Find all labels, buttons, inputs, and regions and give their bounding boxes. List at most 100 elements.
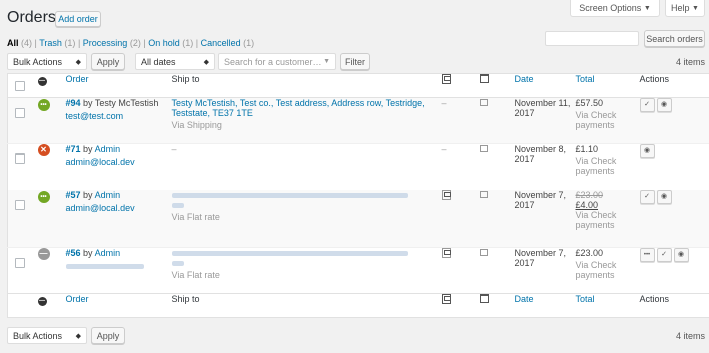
screen-options-label: Screen Options	[579, 3, 642, 13]
order-date: November 8, 2017	[514, 144, 567, 164]
billing-icon	[441, 248, 451, 258]
billing-address: –	[441, 144, 447, 154]
select-arrow-icon: ◆	[203, 58, 209, 66]
bulk-actions-select[interactable]: Bulk Actions ◆	[7, 53, 87, 70]
view-all[interactable]: All (4)	[7, 38, 32, 48]
order-date: November 7, 2017	[514, 189, 567, 210]
complete-icon[interactable]: ✓	[639, 189, 655, 204]
complete-icon[interactable]: ✓	[639, 98, 655, 112]
order-total: £57.50	[575, 98, 604, 108]
column-order[interactable]: Order	[66, 294, 172, 318]
customer-email[interactable]: test@test.com	[66, 111, 124, 121]
view-icon[interactable]: ◉	[656, 98, 672, 112]
view-on-hold[interactable]: On hold (1)	[148, 38, 193, 48]
bulk-actions-select-bottom[interactable]: Bulk Actions ◆	[7, 327, 87, 344]
order-total: £1.10	[575, 144, 599, 154]
customer-name[interactable]: Admin	[95, 190, 121, 200]
search-orders-button[interactable]: Search orders	[644, 30, 705, 47]
order-link[interactable]: #56	[66, 248, 81, 258]
customer-search-select[interactable]: Search for a customer… ▼	[218, 53, 336, 70]
table-row: ••• #94 by Testy McTestish test@test.com…	[7, 97, 709, 144]
ship-method: Via Flat rate	[171, 270, 220, 280]
processing-status-icon: •••	[37, 99, 50, 111]
row-checkbox[interactable]	[15, 108, 25, 118]
filter-button[interactable]: Filter	[340, 53, 370, 70]
payment-method: Via Check payments	[575, 110, 617, 130]
billing-column-icon	[441, 74, 451, 84]
column-total[interactable]: Total	[576, 74, 640, 98]
note-icon	[479, 190, 488, 198]
view-trash[interactable]: Trash (1)	[39, 38, 75, 48]
order-link[interactable]: #71	[66, 144, 81, 154]
select-arrow-icon: ◆	[75, 332, 81, 340]
column-actions: Actions	[639, 294, 670, 304]
apply-button[interactable]: Apply	[91, 53, 125, 70]
customer-name[interactable]: Admin	[95, 248, 121, 258]
chevron-down-icon: ▼	[692, 4, 699, 12]
customer-name: Testy McTestish	[94, 98, 159, 108]
add-order-button[interactable]: Add order	[55, 11, 101, 27]
row-checkbox[interactable]	[15, 199, 25, 210]
orders-table: — Order Ship to Date Total Actions ••• #…	[7, 73, 709, 318]
column-ship-to: Ship to	[171, 74, 200, 84]
processing-icon[interactable]: •••	[639, 248, 655, 262]
table-header: — Order Ship to Date Total Actions	[7, 74, 709, 163]
notes-column-icon	[479, 294, 489, 303]
ship-address: –	[171, 144, 177, 154]
chevron-down-icon: ▼	[323, 58, 330, 65]
table-row: ✕ #71 by Admin admin@local.dev – – Novem…	[7, 143, 709, 190]
column-actions: Actions	[639, 74, 670, 84]
items-count: 4 items	[675, 57, 705, 67]
table-footer: — Order Ship to Date Total Actions	[7, 80, 709, 318]
ship-method: Via Shipping	[171, 120, 222, 130]
view-icon[interactable]: ◉	[656, 189, 672, 204]
views-list: All (4) | Trash (1) | Processing (2) | O…	[7, 38, 255, 48]
cancelled-status-icon: ✕	[37, 144, 50, 156]
ship-address[interactable]: Testy McTestish, Test co., Test address,…	[172, 98, 442, 118]
note-icon	[479, 249, 488, 256]
search-input[interactable]	[545, 31, 639, 46]
column-date[interactable]: Date	[515, 294, 576, 318]
row-checkbox[interactable]	[15, 154, 25, 164]
screen-options-button[interactable]: Screen Options ▼	[570, 0, 660, 17]
view-cancelled[interactable]: Cancelled (1)	[201, 38, 255, 48]
column-date[interactable]: Date	[515, 74, 576, 98]
complete-icon[interactable]: ✓	[656, 248, 672, 262]
ship-address-redacted[interactable]	[171, 190, 442, 210]
customer-email[interactable]: admin@local.dev	[66, 157, 135, 167]
ship-method: Via Flat rate	[171, 211, 220, 222]
view-processing[interactable]: Processing (2)	[83, 38, 141, 48]
note-icon	[479, 145, 488, 152]
on-hold-status-icon: —	[37, 248, 50, 260]
dates-select[interactable]: All dates ◆	[135, 53, 215, 70]
status-column-icon: —	[37, 297, 47, 306]
payment-method: Via Check payments	[575, 156, 617, 176]
billing-address: –	[441, 98, 447, 108]
payment-method: Via Check payments	[575, 260, 617, 280]
column-order[interactable]: Order	[66, 74, 172, 98]
customer-name[interactable]: Admin	[95, 144, 121, 154]
apply-button-bottom[interactable]: Apply	[91, 327, 125, 344]
table-row: — #56 by Admin Via Flat rate November 7,…	[7, 247, 709, 294]
payment-method: Via Check payments	[575, 209, 617, 230]
note-icon	[479, 99, 488, 106]
view-icon[interactable]: ◉	[673, 248, 689, 262]
ship-address-redacted[interactable]	[171, 248, 442, 268]
column-total[interactable]: Total	[576, 294, 640, 318]
view-icon[interactable]: ◉	[639, 144, 655, 158]
chevron-down-icon: ▼	[643, 4, 651, 12]
items-count-bottom: 4 items	[675, 331, 705, 341]
order-link[interactable]: #57	[66, 190, 81, 200]
select-all-checkbox[interactable]	[14, 80, 25, 91]
help-label: Help	[671, 3, 690, 13]
customer-email-redacted[interactable]	[65, 264, 144, 269]
order-total: £23.00	[575, 248, 604, 258]
help-button[interactable]: Help ▼	[665, 0, 705, 17]
billing-column-icon	[441, 294, 451, 304]
select-arrow-icon: ◆	[75, 58, 81, 66]
customer-email[interactable]: admin@local.dev	[66, 203, 135, 213]
row-checkbox[interactable]	[15, 258, 25, 268]
order-link[interactable]: #94	[66, 98, 81, 108]
table-row: ••• #57 by Admin admin@local.dev Via Fla…	[7, 189, 709, 248]
original-total: £23.00	[575, 189, 604, 200]
